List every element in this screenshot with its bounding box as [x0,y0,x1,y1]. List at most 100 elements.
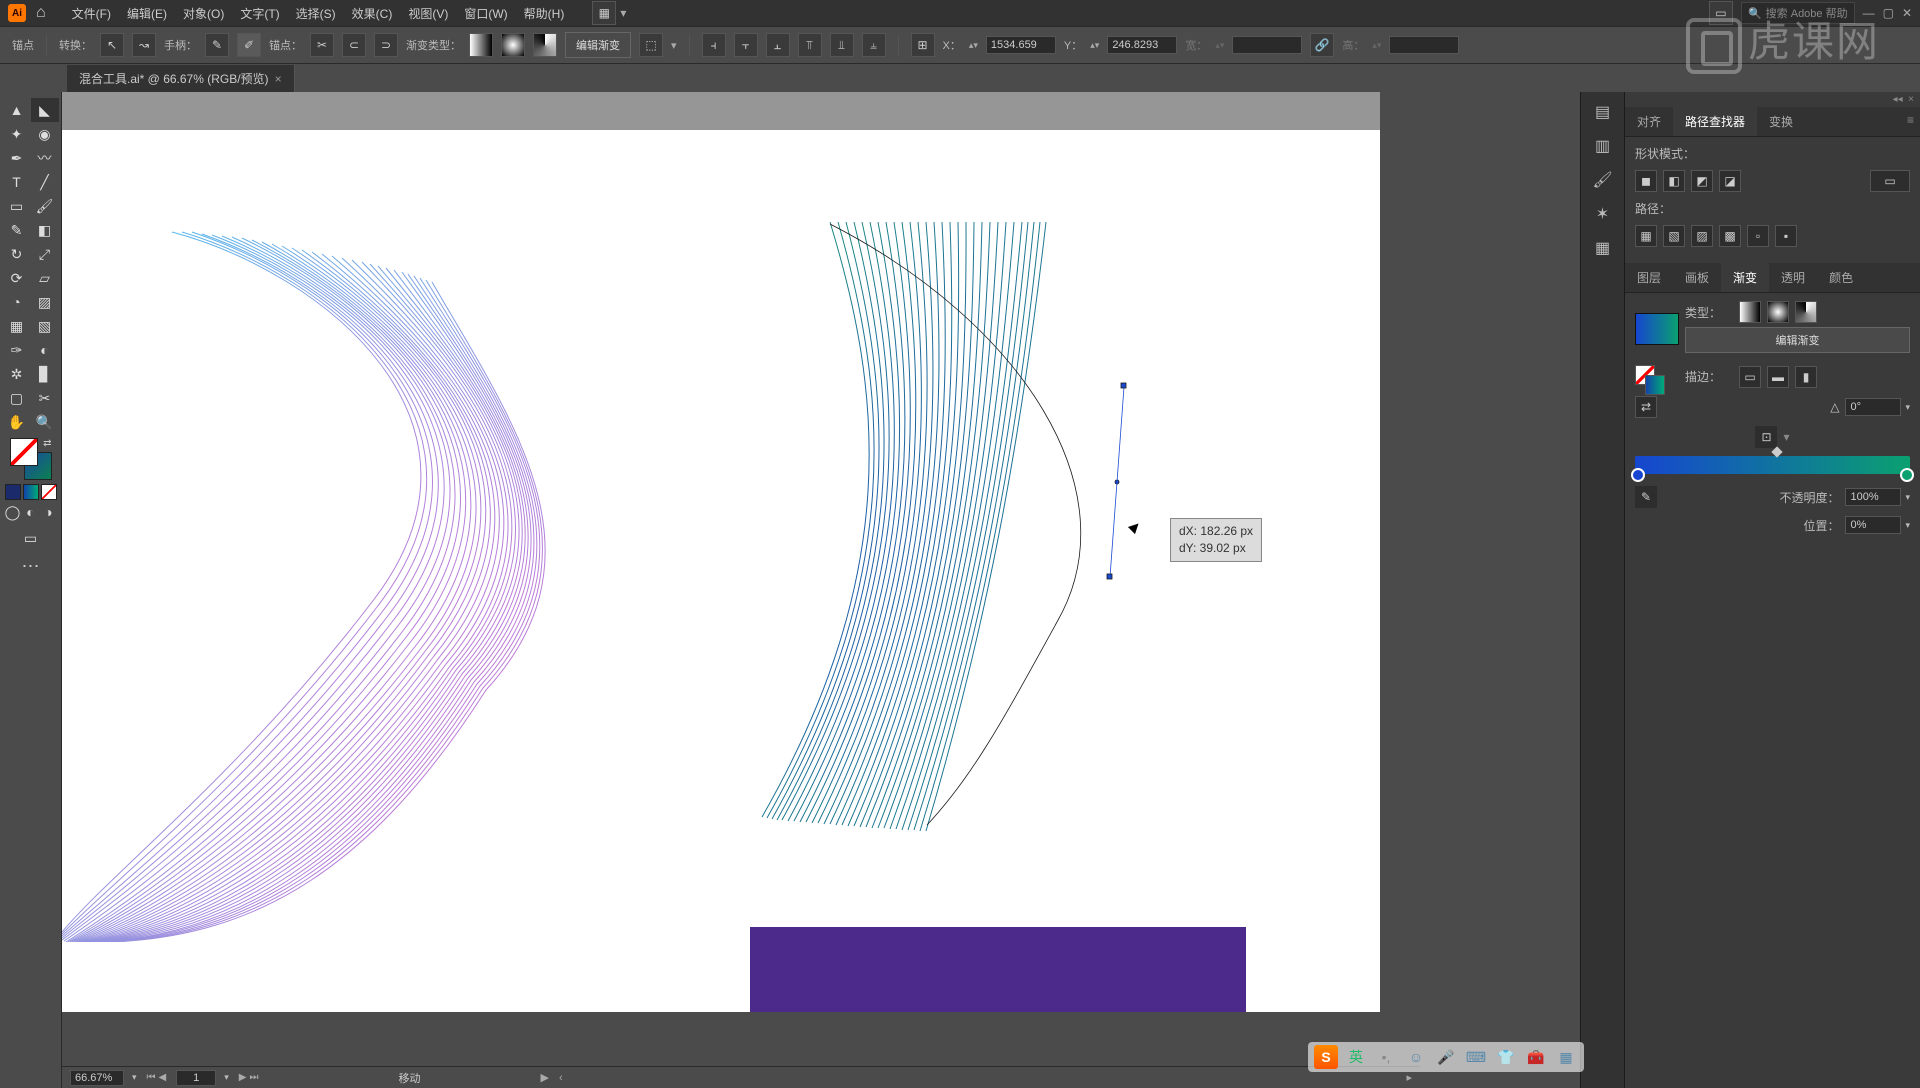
stroke-gradient-icon[interactable] [1645,375,1665,395]
merge-icon[interactable]: ▨ [1691,225,1713,247]
ime-language-icon[interactable]: 英 [1344,1045,1368,1069]
reverse-gradient-icon[interactable]: ⇄ [1635,396,1657,418]
mesh-tool-icon[interactable]: ▦ [3,314,31,338]
gradient-stop-left[interactable] [1631,468,1645,482]
divide-icon[interactable]: ▦ [1635,225,1657,247]
ime-emoji-icon[interactable]: ☺ [1404,1045,1428,1069]
pen-tool-icon[interactable]: ✒ [3,146,31,170]
reference-point-icon[interactable]: ⊞ [911,33,935,57]
rectangle-tool-icon[interactable]: ▭ [3,194,31,218]
minus-back-icon[interactable]: ▪ [1775,225,1797,247]
convert-corner-icon[interactable]: ↖ [100,33,124,57]
gradient-slider[interactable] [1635,456,1910,474]
close-icon[interactable]: ✕ [1902,6,1912,20]
linear-gradient-icon[interactable] [1739,301,1761,323]
essentials-icon[interactable]: ▦ [592,1,616,25]
angle-input[interactable] [1845,398,1901,416]
trim-icon[interactable]: ▧ [1663,225,1685,247]
convert-smooth-icon[interactable]: ↝ [132,33,156,57]
aspect-lock-icon[interactable]: ⊡ [1755,426,1777,448]
swap-fill-stroke-icon[interactable]: ⇄ [43,438,51,449]
screen-mode-icon[interactable]: ▭ [17,526,45,550]
tab-transform[interactable]: 变换 [1757,107,1805,136]
y-input[interactable] [1107,36,1177,54]
align-hcenter-icon[interactable]: ⫟ [734,33,758,57]
align-bottom-icon[interactable]: ⫨ [862,33,886,57]
menu-file[interactable]: 文件(F) [64,5,119,22]
unite-icon[interactable]: ◼ [1635,170,1657,192]
align-vcenter-icon[interactable]: ⫫ [830,33,854,57]
intersect-icon[interactable]: ◩ [1691,170,1713,192]
chevron-down-icon[interactable]: ▾ [224,1072,229,1083]
minus-front-icon[interactable]: ◧ [1663,170,1685,192]
arrow-icon[interactable]: ‹ [559,1072,563,1084]
ime-logo-icon[interactable]: S [1314,1045,1338,1069]
none-swatch-icon[interactable] [41,484,57,500]
draw-inside-icon[interactable]: ◑ [41,504,57,520]
blend-tool-icon[interactable]: ◐ [31,338,59,362]
edit-gradient-button[interactable]: 编辑渐变 [1685,327,1910,353]
menu-view[interactable]: 视图(V) [400,5,456,22]
ime-punct-icon[interactable]: •, [1374,1045,1398,1069]
lasso-tool-icon[interactable]: ◉ [31,122,59,146]
close-icon[interactable]: × [275,72,282,86]
direct-selection-tool-icon[interactable]: ◣ [31,98,59,122]
brushes-panel-icon[interactable]: 🖌 [1587,166,1619,194]
tab-gradient[interactable]: 渐变 [1721,263,1769,292]
remove-anchor-icon[interactable]: ✂ [310,33,334,57]
gradient-stop-right[interactable] [1900,468,1914,482]
edit-gradient-button[interactable]: 编辑渐变 [565,32,631,58]
properties-panel-icon[interactable]: ▤ [1587,98,1619,126]
menu-help[interactable]: 帮助(H) [516,5,573,22]
freeform-gradient-icon[interactable] [1795,301,1817,323]
chevron-down-icon[interactable]: ▾ [132,1072,137,1083]
expand-button[interactable]: ▭ [1870,170,1910,192]
type-tool-icon[interactable]: T [3,170,31,194]
handle-hide-icon[interactable]: ✐ [237,33,261,57]
artboard-tool-icon[interactable]: ▢ [3,386,31,410]
eraser-tool-icon[interactable]: ◧ [31,218,59,242]
swatches-panel-icon[interactable]: ▦ [1587,234,1619,262]
first-page-icon[interactable]: ⏮ [147,1072,156,1083]
gradient-preview[interactable] [1635,313,1679,345]
ime-keyboard-icon[interactable]: ⌨ [1464,1045,1488,1069]
stroke-along-icon[interactable]: ▬ [1767,366,1789,388]
menu-object[interactable]: 对象(O) [175,5,232,22]
cut-path-icon[interactable]: ⊃ [374,33,398,57]
more-tools-icon[interactable]: ⋯ [22,556,40,577]
shape-builder-tool-icon[interactable]: ◔ [3,290,31,314]
width-tool-icon[interactable]: ⟳ [3,266,31,290]
magic-wand-tool-icon[interactable]: ✦ [3,122,31,146]
linear-gradient-icon[interactable] [469,33,493,57]
chevron-down-icon[interactable]: ▾ [1905,402,1910,413]
radial-gradient-icon[interactable] [501,33,525,57]
ime-grid-icon[interactable]: ▦ [1554,1045,1578,1069]
play-icon[interactable]: ▶ [540,1071,548,1084]
last-page-icon[interactable]: ⏭ [249,1072,258,1083]
zoom-tool-icon[interactable]: 🔍 [31,410,59,434]
tab-align[interactable]: 对齐 [1625,107,1673,136]
selection-tool-icon[interactable]: ▲ [3,98,31,122]
radial-gradient-icon[interactable] [1767,301,1789,323]
menu-effect[interactable]: 效果(C) [344,5,401,22]
ime-voice-icon[interactable]: 🎤 [1434,1045,1458,1069]
chevron-down-icon[interactable]: ▾ [1905,520,1910,531]
align-top-icon[interactable]: ⫪ [798,33,822,57]
curvature-tool-icon[interactable]: 〰 [31,146,59,170]
scroll-arrow-icon[interactable]: ▸ [1406,1071,1412,1084]
fill-color-icon[interactable] [10,438,38,466]
menu-edit[interactable]: 编辑(E) [119,5,175,22]
stroke-within-icon[interactable]: ▭ [1739,366,1761,388]
free-transform-tool-icon[interactable]: ▱ [31,266,59,290]
align-right-icon[interactable]: ⫠ [766,33,790,57]
page-input[interactable] [176,1070,216,1086]
draw-normal-icon[interactable]: ◯ [5,504,21,520]
ime-skin-icon[interactable]: 👕 [1494,1045,1518,1069]
next-page-icon[interactable]: ▶ [239,1072,247,1083]
panel-menu-icon[interactable]: ≡ [1901,107,1920,136]
draw-behind-icon[interactable]: ◐ [23,504,39,520]
eyedropper-tool-icon[interactable]: ✑ [3,338,31,362]
libraries-panel-icon[interactable]: ▥ [1587,132,1619,160]
ime-tool-icon[interactable]: 🧰 [1524,1045,1548,1069]
gradient-tool-icon[interactable]: ▧ [31,314,59,338]
